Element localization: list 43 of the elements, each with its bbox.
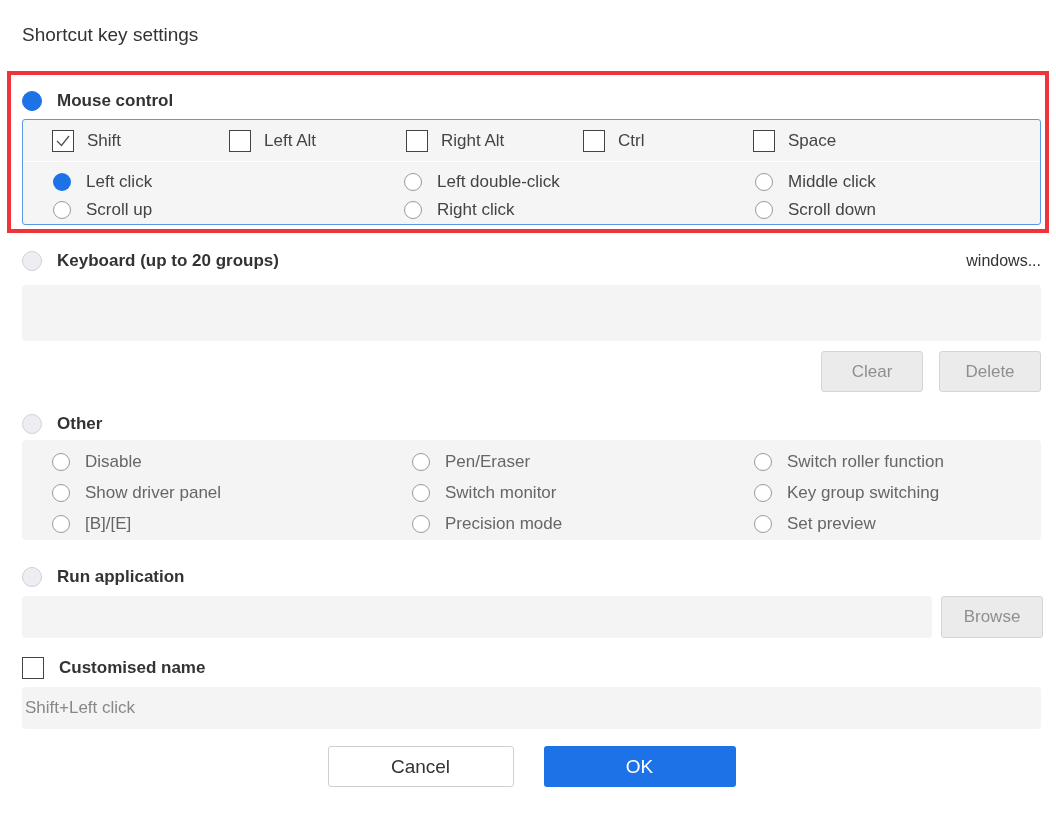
option-label: Scroll up <box>86 200 153 220</box>
checkbox[interactable] <box>22 657 44 679</box>
option-label: Precision mode <box>445 514 563 534</box>
option-label: Left double-click <box>437 172 560 192</box>
checkbox[interactable] <box>406 129 428 152</box>
option-label: Left click <box>86 172 153 192</box>
section-label: Customised name <box>59 658 206 678</box>
checkbox[interactable] <box>583 129 605 152</box>
section-label: Keyboard (up to 20 groups) <box>57 251 279 271</box>
option-label: Middle click <box>788 172 876 192</box>
platform-label: windows... <box>966 252 1041 270</box>
checkbox-label: Space <box>788 130 837 151</box>
ok-button[interactable]: OK <box>543 746 736 787</box>
option-label: [B]/[E] <box>85 514 132 534</box>
checkbox[interactable] <box>52 129 74 152</box>
checkbox[interactable] <box>753 129 775 152</box>
cancel-button[interactable]: Cancel <box>327 746 514 787</box>
radio-button[interactable] <box>404 173 422 191</box>
option-label: Disable <box>85 452 142 472</box>
option-label: Key group switching <box>787 483 940 503</box>
checkbox-label: Left Alt <box>264 130 316 151</box>
radio-button[interactable] <box>755 173 773 191</box>
option-label: Switch roller function <box>787 452 944 472</box>
name-field[interactable]: Shift+Left click <box>22 687 1041 729</box>
radio-button[interactable] <box>53 201 71 219</box>
option-label: Set preview <box>787 514 876 534</box>
option-label: Switch monitor <box>445 483 557 503</box>
dialog-title: Shortcut key settings <box>22 24 199 46</box>
section-label: Mouse control <box>57 91 174 111</box>
section-label: Other <box>57 414 103 434</box>
checkbox-label: Ctrl <box>618 130 645 151</box>
radio-button[interactable] <box>22 91 42 111</box>
checkbox-label: Right Alt <box>441 130 505 151</box>
checkbox[interactable] <box>229 129 251 152</box>
radio-button[interactable] <box>404 201 422 219</box>
radio-button[interactable] <box>53 173 71 191</box>
section-label: Run application <box>57 567 185 587</box>
checkbox-label: Shift <box>87 130 122 151</box>
option-label: Pen/Eraser <box>445 452 531 472</box>
option-label: Scroll down <box>788 200 876 220</box>
option-label: Show driver panel <box>85 483 222 503</box>
option-label: Right click <box>437 200 515 220</box>
radio-button[interactable] <box>755 201 773 219</box>
